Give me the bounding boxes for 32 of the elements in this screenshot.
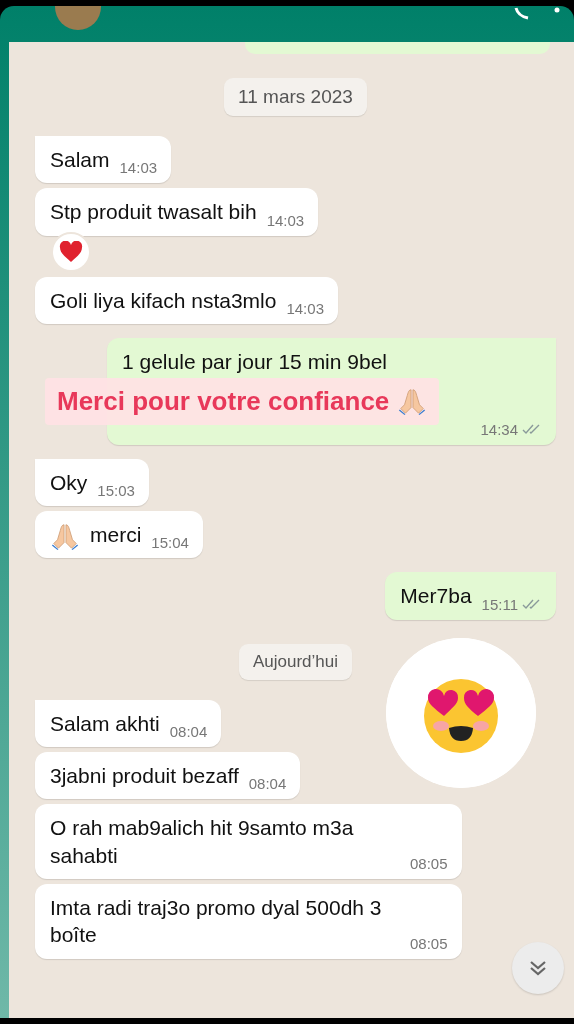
praying-hands-icon <box>50 521 80 552</box>
message-text: Salam akhti <box>50 710 160 737</box>
scroll-down-button[interactable] <box>512 942 564 994</box>
message-time: 14:34 <box>480 420 518 438</box>
message-text: 3jabni produit bezaff <box>50 763 239 790</box>
message-time: 15:11 <box>481 595 518 613</box>
message-text: 1 gelule par jour 15 min 9bel <box>122 348 388 375</box>
message-text: Salam <box>50 147 110 173</box>
message-time: 15:03 <box>97 482 135 500</box>
message-time: 14:03 <box>119 159 158 177</box>
message-time: 08:05 <box>410 854 448 872</box>
message-text: Oky <box>50 469 88 496</box>
heart-icon <box>59 240 83 263</box>
message-text: Imta radi traj3o promo dyal 500dh 3 boîte <box>50 894 383 949</box>
message-time: 15:04 <box>151 534 189 552</box>
date-chip: Aujourd’hui <box>238 643 353 680</box>
double-check-icon <box>522 423 542 436</box>
message-time: 08:05 <box>410 934 448 952</box>
message-time: 14:03 <box>286 299 324 317</box>
chevrons-down-icon <box>528 959 548 977</box>
message-text: Goli liya kifach nsta3mlo <box>50 287 277 314</box>
message-time: 08:04 <box>169 723 208 741</box>
double-check-icon <box>522 598 542 611</box>
message-time: 08:04 <box>248 775 287 793</box>
message-text: merci <box>90 522 142 549</box>
caption-text: Merci pour votre confiance <box>57 385 390 417</box>
date-chip: 11 mars 2023 <box>224 78 367 116</box>
message-time: 14:03 <box>266 211 305 229</box>
message-text: Stp produit twasalt bih <box>50 199 257 226</box>
message-text: O rah mab9alich hit 9samto m3a sahabti <box>50 815 355 869</box>
praying-hands-icon <box>397 386 428 417</box>
message-text: Mer7ba <box>400 583 472 610</box>
